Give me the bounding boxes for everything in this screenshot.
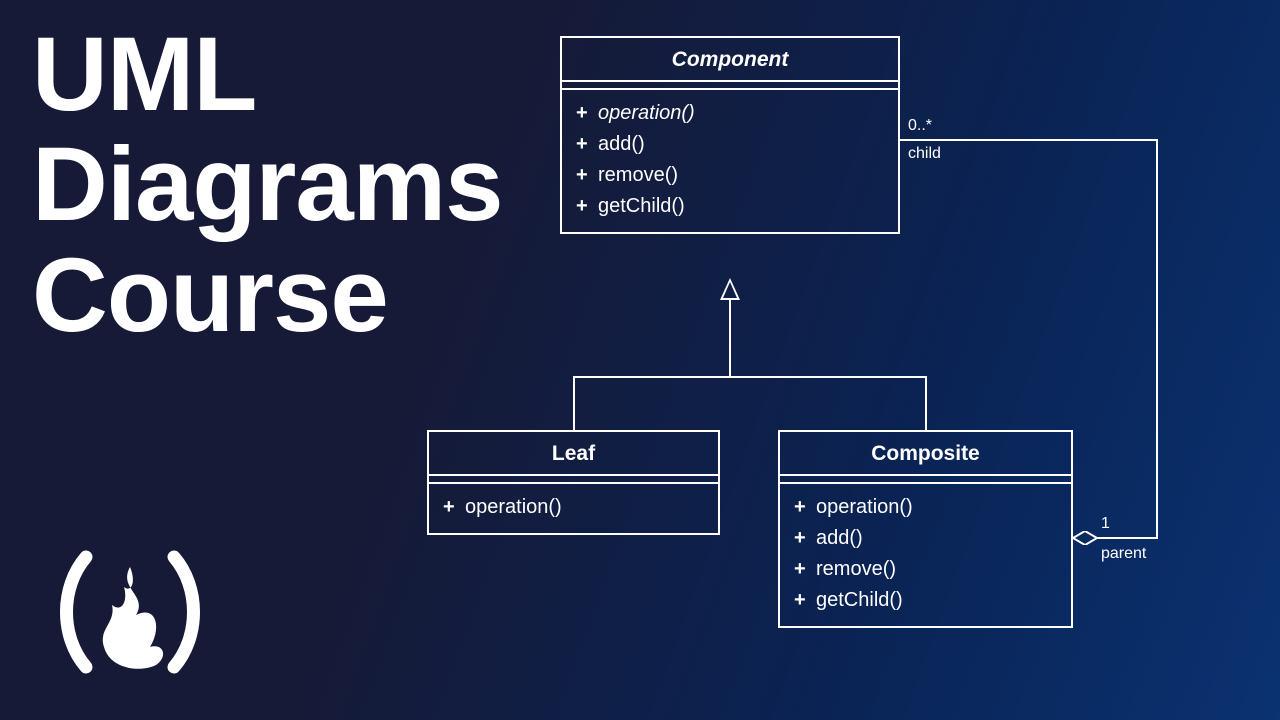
connector-line — [729, 300, 731, 378]
operation-row: +add() — [576, 129, 898, 160]
class-leaf: Leaf +operation() — [427, 430, 720, 535]
operation-row: +getChild() — [576, 191, 898, 222]
connector-line — [573, 376, 575, 430]
connector-line — [900, 139, 1158, 141]
multiplicity-label: 1 — [1101, 514, 1110, 534]
operation-row: +remove() — [794, 554, 1071, 585]
operations-compartment: +operation() +add() +remove() +getChild(… — [780, 484, 1071, 626]
title-line-3: Course — [32, 241, 503, 351]
connector-line — [925, 376, 927, 430]
fire-icon — [40, 547, 220, 677]
course-title: UML Diagrams Course — [32, 20, 503, 351]
operation-row: +operation() — [576, 98, 898, 129]
brand-logo — [40, 547, 220, 682]
attributes-compartment — [429, 476, 718, 484]
operation-row: +getChild() — [794, 585, 1071, 616]
operation-row: +operation() — [443, 492, 718, 523]
class-name: Component — [562, 38, 898, 82]
title-line-2: Diagrams — [32, 130, 503, 240]
role-label: child — [908, 144, 941, 164]
generalization-arrowhead — [720, 278, 740, 300]
connector-line — [1097, 537, 1158, 539]
aggregation-diamond — [1073, 531, 1097, 545]
class-composite: Composite +operation() +add() +remove() … — [778, 430, 1073, 628]
operation-row: +remove() — [576, 160, 898, 191]
class-name: Leaf — [429, 432, 718, 476]
operations-compartment: +operation() +add() +remove() +getChild(… — [562, 90, 898, 232]
title-line-1: UML — [32, 20, 503, 130]
operations-compartment: +operation() — [429, 484, 718, 533]
class-name: Composite — [780, 432, 1071, 476]
operation-row: +operation() — [794, 492, 1071, 523]
attributes-compartment — [562, 82, 898, 90]
class-component: Component +operation() +add() +remove() … — [560, 36, 900, 234]
multiplicity-label: 0..* — [908, 116, 932, 136]
role-label: parent — [1101, 544, 1146, 564]
connector-line — [573, 376, 927, 378]
connector-line — [1156, 139, 1158, 539]
attributes-compartment — [780, 476, 1071, 484]
operation-row: +add() — [794, 523, 1071, 554]
